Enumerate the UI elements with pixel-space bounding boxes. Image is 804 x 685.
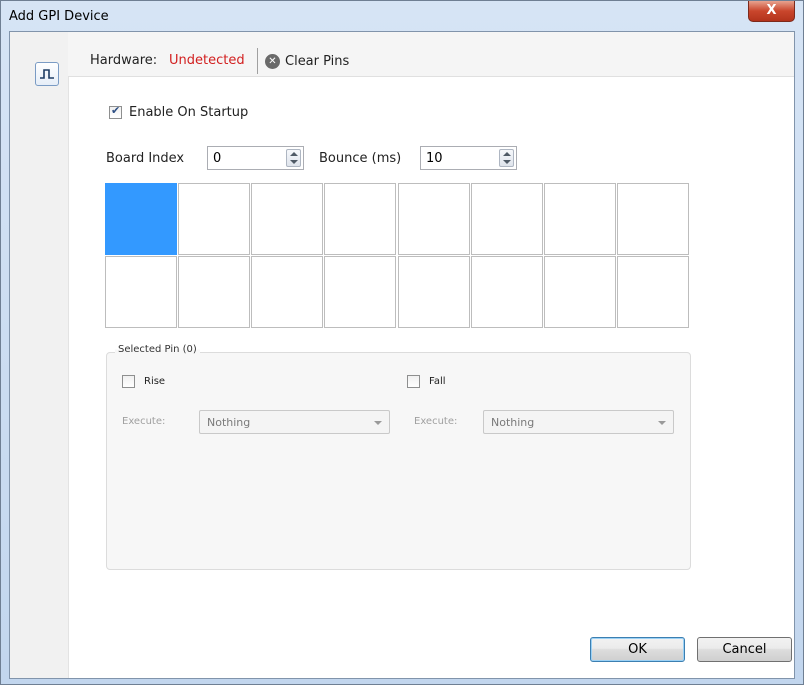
fall-execute-value: Nothing: [491, 416, 535, 429]
ok-button[interactable]: OK: [590, 637, 685, 662]
title-bar[interactable]: Add GPI Device X: [1, 1, 803, 31]
gpi-pulse-button[interactable]: [35, 62, 59, 86]
close-button[interactable]: X: [748, 1, 795, 22]
fall-execute-select[interactable]: Nothing: [483, 410, 674, 434]
bounce-spin-arrows[interactable]: [499, 149, 514, 167]
pin-cell-5[interactable]: [470, 183, 543, 255]
chevron-down-icon: [658, 421, 666, 425]
window-title: Add GPI Device: [9, 9, 109, 24]
pin-cell-15[interactable]: [616, 256, 689, 328]
pin-grid: [105, 183, 691, 329]
rise-execute-select[interactable]: Nothing: [199, 410, 390, 434]
pin-cell-7[interactable]: [616, 183, 689, 255]
rise-option[interactable]: Rise: [122, 375, 165, 388]
dialog-body: Hardware: Undetected ✕ Clear Pins Enable…: [9, 31, 795, 679]
pin-cell-1[interactable]: [178, 183, 251, 255]
rise-execute-label: Execute:: [122, 416, 166, 427]
left-toolbar: [10, 32, 69, 678]
enable-on-startup-checkbox[interactable]: [109, 104, 122, 119]
pin-cell-12[interactable]: [397, 256, 470, 328]
fall-label: Fall: [429, 376, 446, 387]
pin-cell-11[interactable]: [324, 256, 397, 328]
pin-cell-6[interactable]: [543, 183, 616, 255]
pin-cell-13[interactable]: [470, 256, 543, 328]
board-index-stepper[interactable]: 0: [207, 146, 304, 170]
toolbar-separator: [257, 48, 258, 74]
pin-cell-3[interactable]: [324, 183, 397, 255]
rise-label: Rise: [144, 376, 166, 387]
pin-cell-2[interactable]: [251, 183, 324, 255]
pulse-icon: [40, 69, 54, 79]
bounce-value[interactable]: 10: [426, 151, 443, 166]
rise-checkbox[interactable]: [122, 375, 135, 388]
pin-cell-14[interactable]: [543, 256, 616, 328]
pin-cell-10[interactable]: [251, 256, 324, 328]
fall-option[interactable]: Fall: [407, 375, 446, 388]
bounce-label: Bounce (ms): [319, 151, 402, 166]
clear-pins-button[interactable]: ✕ Clear Pins: [265, 50, 349, 72]
hardware-label: Hardware:: [90, 53, 158, 68]
pin-cell-0[interactable]: [105, 183, 177, 255]
clear-pins-label: Clear Pins: [285, 53, 350, 69]
clear-icon: ✕: [265, 53, 280, 69]
board-index-value[interactable]: 0: [213, 151, 221, 166]
hardware-status: Undetected: [169, 53, 245, 68]
pin-cell-4[interactable]: [397, 183, 470, 255]
selected-pin-group: Selected Pin (0) Rise Fall Execute: Noth…: [106, 344, 691, 570]
rise-execute-value: Nothing: [207, 416, 251, 429]
pin-cell-9[interactable]: [178, 256, 251, 328]
enable-on-startup-option[interactable]: Enable On Startup: [109, 104, 249, 120]
cancel-button[interactable]: Cancel: [697, 637, 792, 662]
chevron-down-icon: [374, 421, 382, 425]
add-gpi-device-window: Add GPI Device X Hardware: Undetected ✕ …: [0, 0, 804, 685]
fall-execute-label: Execute:: [414, 416, 458, 427]
bounce-stepper[interactable]: 10: [420, 146, 517, 170]
enable-on-startup-label: Enable On Startup: [129, 105, 249, 120]
hardware-toolbar: Hardware: Undetected ✕ Clear Pins: [68, 32, 794, 77]
board-index-label: Board Index: [106, 151, 185, 166]
board-index-spin-arrows[interactable]: [286, 149, 301, 167]
pin-cell-8[interactable]: [105, 256, 177, 328]
selected-pin-title: Selected Pin (0): [115, 344, 200, 355]
fall-checkbox[interactable]: [407, 375, 420, 388]
